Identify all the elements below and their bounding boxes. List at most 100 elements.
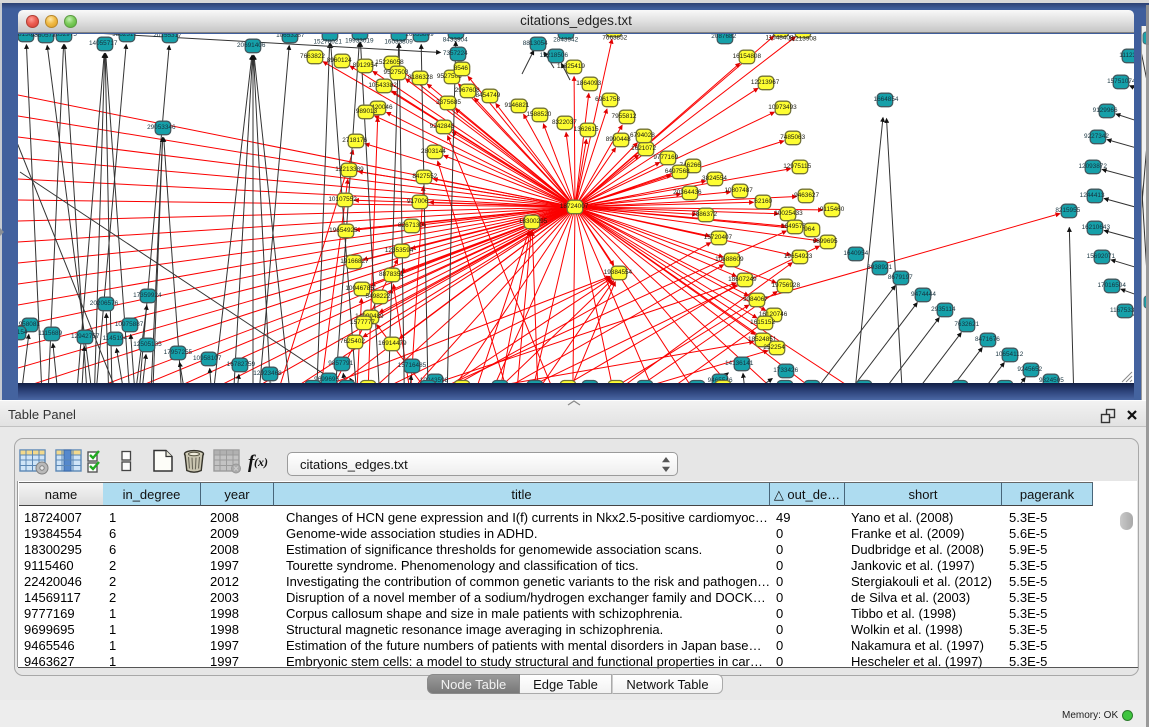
svg-text:9146821: 9146821 [504,102,529,109]
svg-text:10543382: 10543382 [368,82,397,89]
svg-text:16914479: 16914479 [378,340,407,347]
svg-text:10973493: 10973493 [768,104,797,111]
svg-text:16033809: 16033809 [405,34,434,38]
svg-text:10807487: 10807487 [724,187,753,194]
svg-text:9245652: 9245652 [1017,366,1042,373]
svg-text:20364436: 20364436 [673,189,702,196]
svg-text:6899695: 6899695 [813,238,838,245]
svg-text:8878352: 8878352 [379,271,404,278]
svg-text:12093872: 12093872 [1078,163,1107,170]
svg-text:20206576: 20206576 [90,300,119,307]
svg-text:19166827: 19166827 [340,258,369,265]
svg-text:10688609: 10688609 [715,256,744,263]
svg-text:9862317: 9862317 [112,34,137,38]
svg-text:8546: 8546 [454,65,469,72]
svg-text:15692071: 15692071 [1087,253,1116,260]
svg-text:7485063: 7485063 [780,134,805,141]
svg-text:917006: 917006 [407,198,429,205]
svg-text:8322037: 8322037 [552,119,577,126]
svg-text:939154: 939154 [18,329,28,336]
svg-text:18300295: 18300295 [519,218,548,225]
svg-text:18607249: 18607249 [728,276,757,283]
svg-text:1244413: 1244413 [1080,192,1105,199]
svg-text:9857791: 9857791 [328,360,353,367]
svg-text:1362615: 1362615 [574,126,599,133]
svg-text:9084067: 9084067 [743,296,768,303]
svg-text:1145194: 1145194 [103,335,128,342]
svg-text:252254: 252254 [763,344,785,351]
svg-text:10958107: 10958107 [193,355,222,362]
svg-text:1115689: 1115689 [38,330,62,337]
svg-text:7632621: 7632621 [954,321,979,328]
svg-text:1864093: 1864093 [576,80,601,87]
svg-text:16210643: 16210643 [1082,224,1111,231]
svg-text:16033809: 16033809 [384,39,413,46]
svg-text:8471676: 8471676 [975,336,1000,343]
svg-text:10653287: 10653287 [276,34,305,39]
svg-text:6497568: 6497568 [665,168,690,175]
svg-text:14136141: 14136141 [725,360,754,367]
svg-text:8433904: 8433904 [443,37,468,44]
svg-text:1588520: 1588520 [526,111,551,118]
svg-text:6794028: 6794028 [630,132,655,139]
svg-text:8215955: 8215955 [1055,207,1080,214]
svg-text:15226058: 15226058 [375,59,404,66]
svg-text:11123: 11123 [1119,52,1134,59]
svg-text:8427552: 8427552 [412,173,437,180]
svg-text:1733426: 1733426 [773,367,798,374]
svg-text:12975115: 12975115 [783,163,811,170]
svg-text:9227342: 9227342 [1084,133,1109,140]
svg-text:16782759: 16782759 [227,361,256,368]
svg-text:964: 964 [804,226,815,233]
svg-text:8186328: 8186328 [408,74,433,81]
svg-text:12213967: 12213967 [751,79,780,86]
svg-text:8960124: 8960124 [327,57,352,64]
svg-text:14055717: 14055717 [89,40,118,47]
svg-text:1621072: 1621072 [631,145,656,152]
svg-text:2803144: 2803144 [421,148,446,155]
svg-text:15716485: 15716485 [398,362,427,369]
svg-text:1852975: 1852975 [52,34,77,38]
svg-text:7886372: 7886372 [692,211,717,218]
svg-text:12505135: 12505135 [133,341,162,348]
svg-text:1615152: 1615152 [750,319,775,326]
svg-text:1167533: 1167533 [1110,307,1134,314]
svg-text:9129966: 9129966 [1093,107,1118,114]
svg-text:20155317: 20155317 [153,34,182,39]
svg-text:19654925: 19654925 [329,227,358,234]
svg-text:9324505: 9324505 [1039,377,1064,383]
svg-text:15278021: 15278021 [313,39,342,46]
svg-text:8679197: 8679197 [888,274,913,281]
svg-text:7663822: 7663822 [300,53,325,60]
svg-text:1577777: 1577777 [350,319,375,326]
svg-text:10975887: 10975887 [115,321,144,328]
svg-text:10025433: 10025433 [774,210,803,217]
svg-text:19654923: 19654923 [784,253,813,260]
svg-text:8267130: 8267130 [398,222,423,229]
svg-text:9474444: 9474444 [911,291,936,298]
svg-text:9115460: 9115460 [820,206,845,213]
svg-text:29053346: 29053346 [147,124,176,131]
svg-text:8813054: 8813054 [523,40,548,47]
svg-text:3824554: 3824554 [702,175,727,182]
svg-text:12923468: 12923468 [253,370,282,377]
svg-text:989013: 989013 [356,108,378,115]
svg-text:18724007: 18724007 [560,203,589,210]
svg-text:15218506: 15218506 [540,52,569,59]
svg-text:3375685: 3375685 [436,99,461,106]
svg-text:12942757: 12942757 [71,333,100,340]
svg-text:7625402: 7625402 [340,338,365,345]
svg-text:62160: 62160 [754,198,772,205]
svg-text:15720407: 15720407 [704,234,733,241]
svg-text:19756928: 19756928 [772,282,801,289]
svg-text:8912954: 8912954 [353,62,378,69]
svg-text:5498222: 5498222 [366,293,391,300]
svg-text:10654112: 10654112 [995,351,1023,358]
svg-text:8454749: 8454749 [475,92,500,99]
svg-text:10107552: 10107552 [328,196,357,203]
svg-text:2718176: 2718176 [342,137,367,144]
svg-text:7663852: 7663852 [602,35,627,42]
svg-text:8990448: 8990448 [606,136,631,143]
svg-text:9527503: 9527503 [384,69,409,76]
svg-text:16154808: 16154808 [733,53,762,60]
